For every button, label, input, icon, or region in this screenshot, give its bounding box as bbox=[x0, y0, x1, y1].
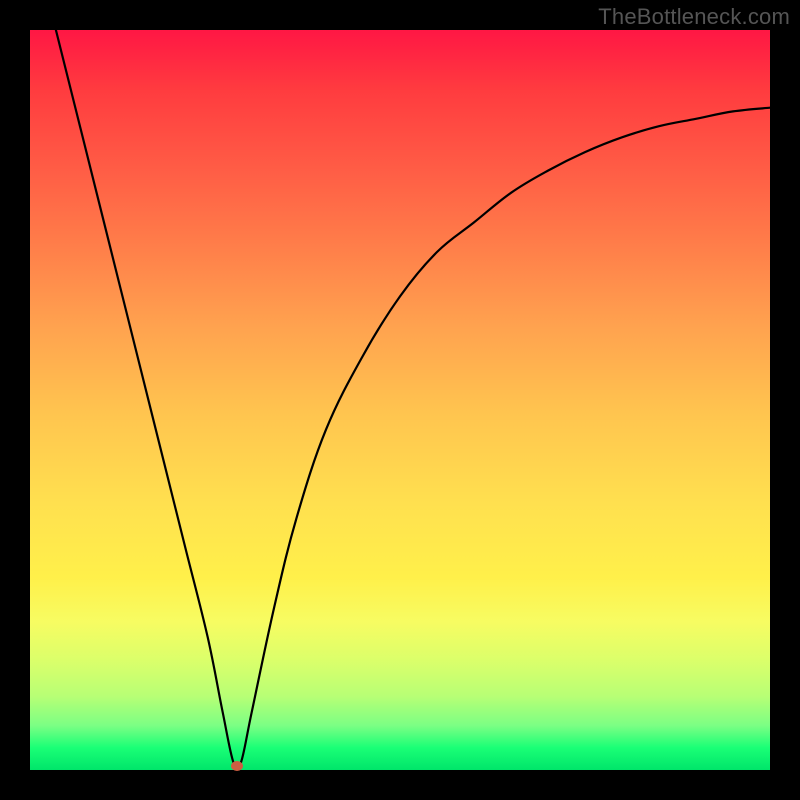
vertex-marker bbox=[231, 761, 243, 771]
chart-curve bbox=[30, 30, 770, 770]
chart-plot-area bbox=[30, 30, 770, 770]
watermark-text: TheBottleneck.com bbox=[598, 4, 790, 30]
